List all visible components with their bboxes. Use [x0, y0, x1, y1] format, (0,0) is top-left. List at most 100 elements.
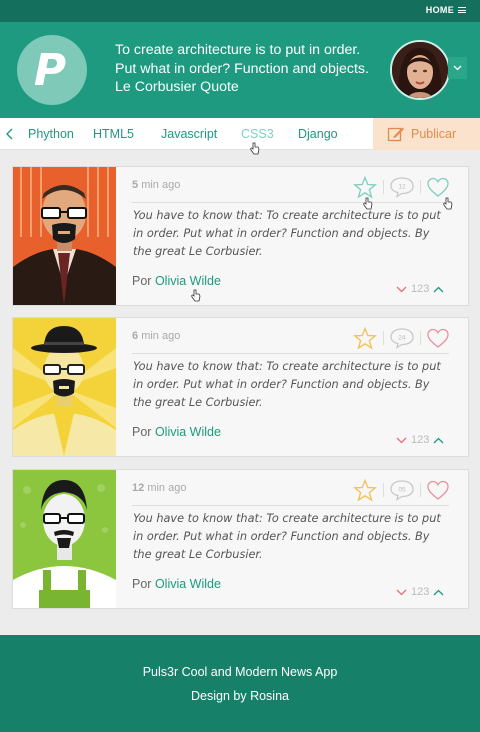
- post-time: 5 min ago: [132, 179, 180, 191]
- footer-credit: Design by Rosina: [191, 689, 289, 703]
- comments-button[interactable]: 24: [388, 325, 416, 351]
- tab-django[interactable]: Django: [298, 127, 338, 141]
- tab-html5[interactable]: HTML5: [93, 127, 134, 141]
- portrait-illustration: [13, 167, 116, 305]
- post-thumbnail[interactable]: [13, 470, 116, 608]
- post-author: Por Olivia Wilde: [132, 274, 221, 288]
- comments-button[interactable]: 05: [388, 477, 416, 503]
- post-actions: 12: [351, 174, 459, 200]
- page-footer: Puls3r Cool and Modern News App Design b…: [0, 635, 480, 732]
- menu-icon: [458, 6, 466, 15]
- hero-banner: P To create architecture is to put in or…: [0, 22, 480, 118]
- action-separator: [383, 180, 384, 194]
- card-divider: [132, 353, 449, 354]
- chevron-down-icon: [396, 437, 407, 443]
- chevron-up-icon: [433, 437, 444, 443]
- vote-count: 123: [411, 586, 430, 598]
- post-time-unit: min ago: [141, 330, 181, 342]
- card-divider: [132, 202, 449, 203]
- app-logo[interactable]: P: [17, 35, 87, 105]
- card-divider: [132, 505, 449, 506]
- post-body: You have to know that: To create archite…: [133, 360, 441, 409]
- news-card: 12 min ago 05 You have to know that: To …: [12, 469, 469, 609]
- vote-widget: 123: [396, 586, 444, 598]
- pencil-edit-icon: [387, 127, 404, 142]
- action-separator: [420, 331, 421, 345]
- favorite-button[interactable]: [351, 477, 379, 503]
- post-actions: 05: [351, 477, 459, 503]
- post-time: 6 min ago: [132, 330, 180, 342]
- vote-widget: 123: [396, 283, 444, 295]
- tab-phython[interactable]: Phython: [28, 127, 74, 141]
- post-time-unit: min ago: [147, 482, 187, 494]
- logo-letter: P: [33, 44, 67, 96]
- user-avatar[interactable]: [390, 40, 450, 100]
- home-menu-button[interactable]: HOME: [426, 5, 466, 15]
- author-prefix: Por: [132, 274, 152, 288]
- star-icon: [353, 478, 377, 501]
- like-button[interactable]: [424, 325, 452, 351]
- post-actions: 24: [351, 325, 459, 351]
- like-button[interactable]: [424, 174, 452, 200]
- chevron-down-icon: [453, 65, 462, 71]
- post-body: You have to know that: To create archite…: [133, 512, 441, 561]
- post-body: You have to know that: To create archite…: [133, 209, 441, 258]
- tabs-prev-button[interactable]: [2, 126, 18, 142]
- avatar-portrait: [392, 42, 448, 98]
- tab-javascript[interactable]: Javascript: [161, 127, 217, 141]
- action-separator: [420, 483, 421, 497]
- comment-count: 24: [398, 335, 406, 342]
- author-link[interactable]: Olivia Wilde: [155, 577, 221, 591]
- news-card: 5 min ago 12 You have to know that: To c…: [12, 166, 469, 306]
- comment-count: 05: [398, 487, 406, 494]
- upvote-button[interactable]: [433, 589, 444, 596]
- post-time-number: 6: [132, 330, 139, 342]
- post-time: 12 min ago: [132, 482, 186, 494]
- hero-quote: To create architecture is to put in orde…: [115, 42, 369, 95]
- portrait-illustration: [13, 318, 116, 456]
- post-time-unit: min ago: [141, 179, 181, 191]
- downvote-button[interactable]: [396, 589, 407, 596]
- footer-tagline: Puls3r Cool and Modern News App: [142, 665, 338, 679]
- post-time-number: 12: [132, 482, 145, 494]
- downvote-button[interactable]: [396, 437, 407, 444]
- like-button[interactable]: [424, 477, 452, 503]
- chevron-up-icon: [433, 589, 444, 595]
- post-time-number: 5: [132, 179, 139, 191]
- portrait-illustration: [13, 470, 116, 608]
- upvote-button[interactable]: [433, 286, 444, 293]
- post-thumbnail[interactable]: [13, 318, 116, 456]
- comment-bubble-icon: 12: [390, 177, 414, 198]
- chevron-down-icon: [396, 286, 407, 292]
- favorite-button[interactable]: [351, 174, 379, 200]
- downvote-button[interactable]: [396, 286, 407, 293]
- heart-icon: [427, 328, 449, 348]
- author-prefix: Por: [132, 425, 152, 439]
- category-tab-bar: Phython HTML5 Javascript CSS3 Django Pub…: [0, 118, 480, 150]
- favorite-button[interactable]: [351, 325, 379, 351]
- publish-button[interactable]: Publicar: [373, 118, 480, 150]
- home-label: HOME: [425, 5, 454, 15]
- vote-count: 123: [411, 283, 430, 295]
- comment-count: 12: [398, 184, 406, 191]
- top-bar: HOME: [0, 0, 480, 22]
- comment-bubble-icon: 24: [390, 328, 414, 349]
- vote-widget: 123: [396, 434, 444, 446]
- post-thumbnail[interactable]: [13, 167, 116, 305]
- author-link[interactable]: Olivia Wilde: [155, 425, 221, 439]
- vote-count: 123: [411, 434, 430, 446]
- comment-bubble-icon: 05: [390, 480, 414, 501]
- chevron-left-icon: [6, 128, 13, 140]
- profile-dropdown-button[interactable]: [448, 57, 467, 79]
- upvote-button[interactable]: [433, 437, 444, 444]
- action-separator: [383, 331, 384, 345]
- author-prefix: Por: [132, 577, 152, 591]
- tab-css3[interactable]: CSS3: [241, 127, 274, 141]
- star-icon: [353, 175, 377, 198]
- news-card: 6 min ago 24 You have to know that: To c…: [12, 317, 469, 457]
- post-author: Por Olivia Wilde: [132, 577, 221, 591]
- comments-button[interactable]: 12: [388, 174, 416, 200]
- author-link[interactable]: Olivia Wilde: [155, 274, 221, 288]
- chevron-up-icon: [433, 286, 444, 292]
- action-separator: [420, 180, 421, 194]
